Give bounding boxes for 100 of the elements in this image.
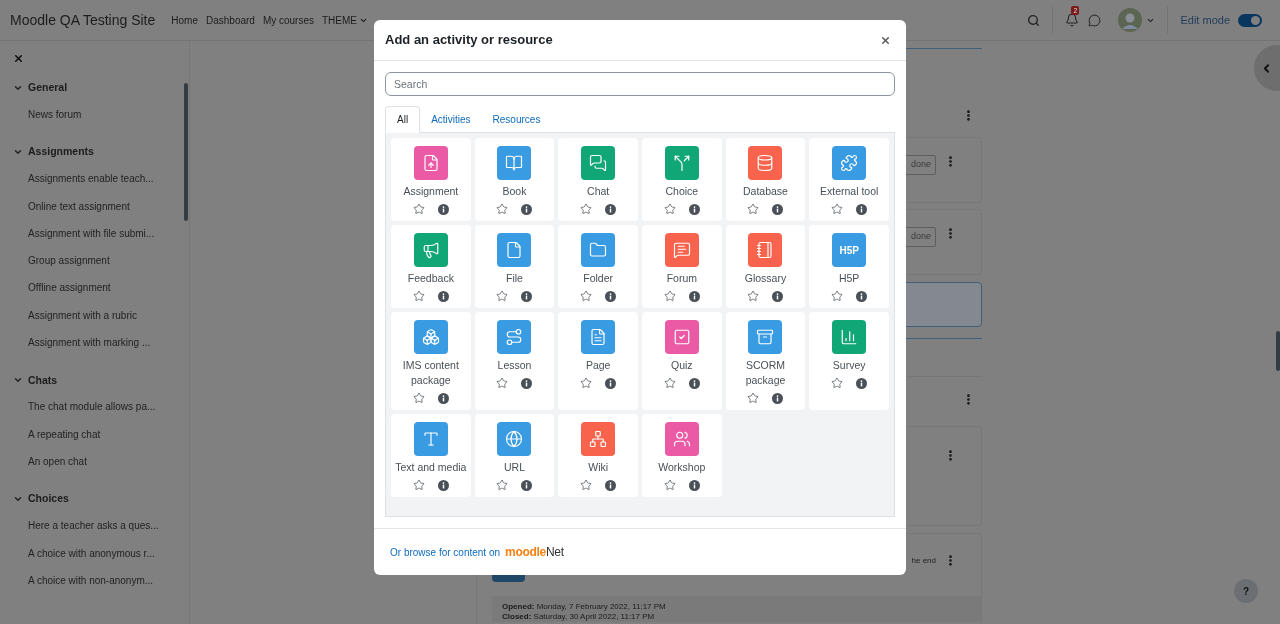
site-name[interactable]: Moodle QA Testing Site — [10, 9, 156, 31]
info-icon[interactable] — [856, 290, 868, 302]
activity-link[interactable]: Assignments enable teach... — [28, 170, 189, 189]
activity-card[interactable]: Folder — [558, 225, 638, 308]
star-icon[interactable] — [663, 290, 676, 302]
activity-link[interactable]: A choice with non-anonym... — [28, 571, 189, 590]
search-field[interactable]: Search — [385, 72, 895, 96]
nav-link[interactable]: Dashboard — [205, 12, 255, 28]
info-icon[interactable] — [688, 479, 700, 491]
notifications-icon[interactable] — [1065, 13, 1080, 27]
info-icon[interactable] — [437, 392, 449, 404]
section-title[interactable]: Assignments — [28, 144, 94, 161]
info-icon[interactable] — [605, 290, 617, 302]
star-icon[interactable] — [663, 203, 676, 215]
activity-card[interactable]: Survey — [809, 312, 889, 410]
star-icon[interactable] — [496, 203, 509, 215]
info-icon[interactable] — [437, 479, 449, 491]
activity-link[interactable]: Here a teacher asks a ques... — [28, 517, 189, 536]
activity-card[interactable]: Wiki — [558, 414, 638, 497]
nav-link[interactable]: THEME — [322, 12, 368, 28]
activity-link[interactable]: An open chat — [28, 452, 189, 471]
star-icon[interactable] — [580, 203, 593, 215]
activity-card[interactable]: IMS content package — [391, 312, 471, 410]
info-icon[interactable] — [772, 203, 784, 215]
moodlenet-logo[interactable]: moodleNet — [505, 543, 564, 561]
star-icon[interactable] — [496, 479, 509, 491]
activity-card[interactable]: Lesson — [474, 312, 555, 410]
activity-link[interactable]: Assignment with file submi... — [28, 224, 189, 243]
star-icon[interactable] — [580, 479, 593, 491]
activity-card[interactable]: SCORM package — [725, 312, 806, 410]
star-icon[interactable] — [831, 377, 844, 389]
activity-link[interactable]: Assignment with marking ... — [28, 334, 189, 353]
activity-link[interactable]: News forum — [28, 106, 189, 124]
activity-card[interactable]: Choice — [642, 138, 722, 221]
messages-icon[interactable] — [1088, 13, 1102, 27]
moodlenet-link[interactable]: Or browse for content on — [390, 544, 501, 560]
info-icon[interactable] — [521, 290, 533, 302]
activity-link[interactable]: Online text assignment — [28, 197, 189, 216]
activity-card[interactable]: Feedback — [391, 225, 471, 308]
page-scrollbar[interactable] — [1276, 331, 1280, 371]
activity-card[interactable]: Workshop — [642, 414, 722, 497]
activity-card[interactable]: Book — [474, 138, 555, 221]
section-title[interactable]: Chats — [28, 372, 58, 389]
activity-card[interactable]: H5P H5P — [809, 225, 889, 308]
info-icon[interactable] — [688, 203, 700, 215]
activity-card[interactable]: Text and media — [391, 414, 471, 497]
activity-link[interactable]: The chat module allows pa... — [28, 398, 189, 417]
close-icon[interactable] — [13, 53, 24, 64]
info-icon[interactable] — [688, 377, 700, 389]
star-icon[interactable] — [663, 479, 676, 491]
info-icon[interactable] — [856, 203, 868, 215]
tab[interactable]: Resources — [481, 106, 552, 133]
drawer-scrollbar[interactable] — [184, 83, 188, 221]
search-icon[interactable] — [1027, 13, 1041, 27]
star-icon[interactable] — [412, 203, 425, 215]
info-icon[interactable] — [605, 377, 617, 389]
star-icon[interactable] — [747, 203, 760, 215]
info-icon[interactable] — [772, 290, 784, 302]
star-icon[interactable] — [831, 203, 844, 215]
activity-card[interactable]: File — [474, 225, 555, 308]
activity-link[interactable]: Offline assignment — [28, 279, 189, 298]
info-icon[interactable] — [521, 203, 533, 215]
activity-card[interactable]: Forum — [642, 225, 722, 308]
activity-card[interactable]: Database — [725, 138, 806, 221]
star-icon[interactable] — [580, 377, 593, 389]
star-icon[interactable] — [412, 290, 425, 302]
activity-link[interactable]: A choice with anonymous r... — [28, 544, 189, 563]
edit-mode-switch[interactable] — [1238, 13, 1262, 27]
nav-link[interactable]: Home — [171, 12, 198, 28]
info-icon[interactable] — [688, 290, 700, 302]
section-title[interactable]: General — [28, 80, 68, 96]
tab[interactable]: All — [385, 106, 421, 133]
star-icon[interactable] — [412, 479, 425, 491]
activity-card[interactable]: Quiz — [642, 312, 722, 410]
info-icon[interactable] — [772, 392, 784, 404]
star-icon[interactable] — [580, 290, 593, 302]
nav-link[interactable]: My courses — [262, 12, 314, 28]
activity-link[interactable]: Group assignment — [28, 252, 189, 271]
activity-link[interactable]: A repeating chat — [28, 425, 189, 444]
info-icon[interactable] — [605, 479, 617, 491]
info-icon[interactable] — [437, 203, 449, 215]
info-icon[interactable] — [521, 479, 533, 491]
tab[interactable]: Activities — [420, 106, 482, 133]
chevron-down-icon[interactable] — [13, 83, 23, 93]
info-icon[interactable] — [605, 203, 617, 215]
star-icon[interactable] — [496, 377, 509, 389]
star-icon[interactable] — [412, 392, 425, 404]
activity-card[interactable]: Page — [558, 312, 638, 410]
activity-card[interactable]: URL — [474, 414, 555, 497]
info-icon[interactable] — [521, 377, 533, 389]
activity-card[interactable]: Chat — [558, 138, 638, 221]
help-button[interactable]: ? — [1234, 579, 1258, 603]
activity-card[interactable]: Assignment — [391, 138, 471, 221]
star-icon[interactable] — [663, 377, 676, 389]
activity-card[interactable]: External tool — [809, 138, 889, 221]
star-icon[interactable] — [747, 290, 760, 302]
activity-link[interactable]: Assignment with a rubric — [28, 306, 189, 325]
star-icon[interactable] — [747, 392, 760, 404]
star-icon[interactable] — [831, 290, 844, 302]
activity-card[interactable]: Glossary — [725, 225, 806, 308]
